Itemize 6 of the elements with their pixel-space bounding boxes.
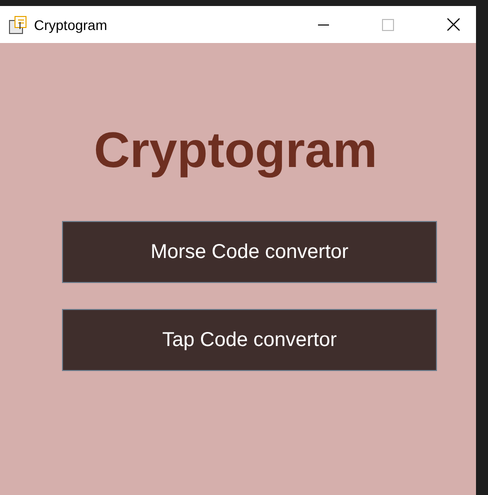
app-icon: [9, 16, 27, 34]
close-icon[interactable]: [446, 18, 460, 31]
window-title: Cryptogram: [34, 16, 108, 32]
converter-button[interactable]: Tap Code convertor: [62, 309, 437, 371]
minimize-icon[interactable]: [318, 24, 328, 26]
converter-button[interactable]: Morse Code convertor: [62, 221, 437, 283]
